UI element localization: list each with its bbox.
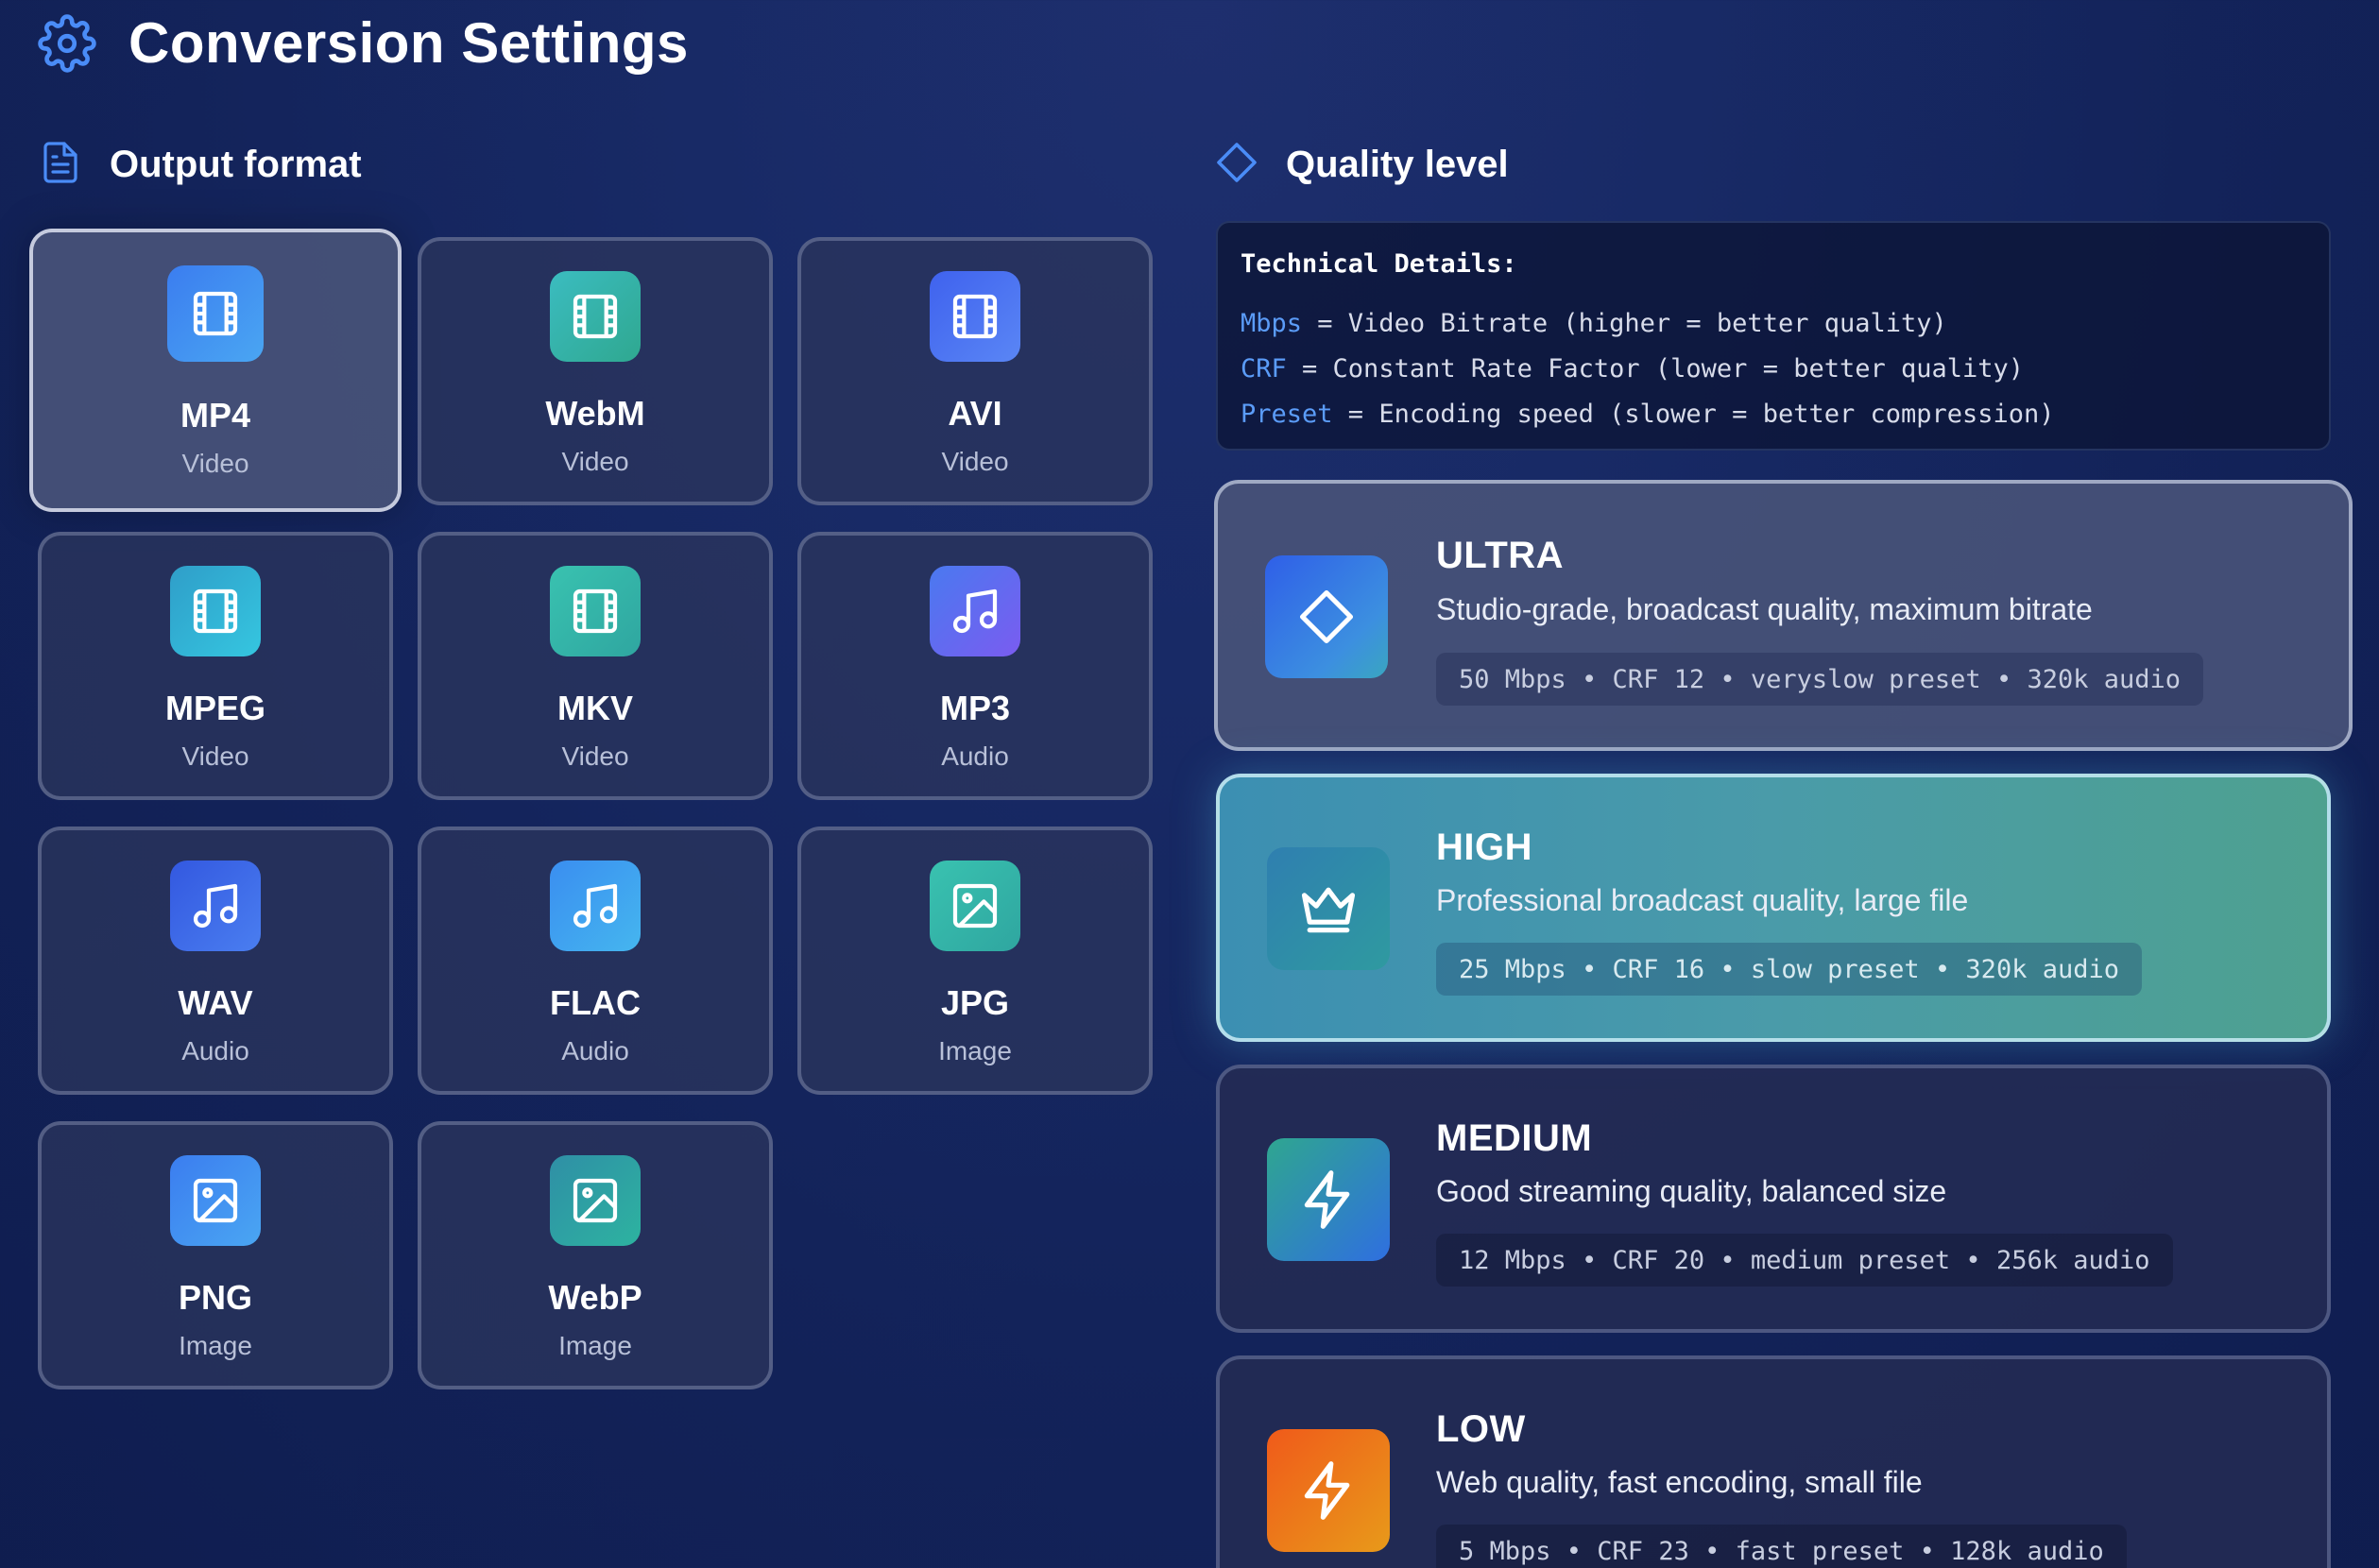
film-icon [170,566,261,656]
music-note-icon [930,566,1020,656]
music-note-icon [550,861,641,951]
format-grid: MP4 Video WebM Video AVI Video MPEG Vide… [29,229,1157,1393]
tech-line-crf: CRF = Constant Rate Factor (lower = bett… [1241,347,2306,392]
format-name: MKV [557,689,633,727]
format-type: Video [561,741,629,771]
image-icon [930,861,1020,951]
format-type: Image [938,1036,1012,1065]
quality-description: Studio-grade, broadcast quality, maximum… [1436,592,2093,626]
tech-line-mbps: Mbps = Video Bitrate (higher = better qu… [1241,301,2306,347]
format-name: JPG [940,983,1010,1022]
film-icon [167,265,264,362]
quality-option-high[interactable]: HIGH Professional broadcast quality, lar… [1216,774,2331,1042]
quality-description: Web quality, fast encoding, small file [1436,1465,1923,1499]
document-icon [38,140,83,190]
diamond-icon [1265,555,1388,678]
format-name: PNG [178,1278,252,1317]
quality-description: Good streaming quality, balanced size [1436,1174,1947,1208]
format-type: Video [181,741,249,771]
quality-level-heading: Quality level [1214,140,1509,190]
format-type: Image [179,1331,252,1360]
quality-option-medium[interactable]: MEDIUM Good streaming quality, balanced … [1216,1065,2331,1333]
tech-term: Preset [1241,400,1333,429]
format-name: WebM [545,394,645,433]
tech-line-preset: Preset = Encoding speed (slower = better… [1241,392,2306,437]
quality-specs: 5 Mbps • CRF 23 • fast preset • 128k aud… [1436,1525,2127,1568]
crown-icon [1267,847,1390,970]
format-name: AVI [948,394,1002,433]
format-type: Image [558,1331,632,1360]
technical-details-panel: Technical Details: Mbps = Video Bitrate … [1216,221,2331,451]
output-format-heading: Output format [38,140,362,190]
format-name: MP3 [939,689,1011,727]
format-type: Audio [561,1036,629,1065]
format-type: Video [561,447,629,476]
tech-text: = Encoding speed (slower = better compre… [1332,400,2055,429]
quality-specs: 12 Mbps • CRF 20 • medium preset • 256k … [1436,1234,2173,1287]
page-header: Conversion Settings [38,8,689,78]
lightning-icon [1267,1138,1390,1261]
quality-title: MEDIUM [1436,1117,1593,1159]
film-icon [550,566,641,656]
format-card-flac[interactable]: FLAC Audio [418,827,773,1095]
quality-option-low[interactable]: LOW Web quality, fast encoding, small fi… [1216,1355,2331,1568]
format-type: Video [941,447,1009,476]
music-note-icon [170,861,261,951]
quality-specs: 25 Mbps • CRF 16 • slow preset • 320k au… [1436,943,2142,996]
format-card-mp4[interactable]: MP4 Video [29,229,402,512]
quality-specs: 50 Mbps • CRF 12 • veryslow preset • 320… [1436,653,2204,706]
format-type: Audio [941,741,1009,771]
format-name: MP4 [180,396,251,435]
format-name: FLAC [550,983,641,1022]
image-icon [170,1155,261,1246]
tech-text: = Video Bitrate (higher = better quality… [1302,309,1947,338]
gear-icon[interactable] [38,13,96,73]
quality-title: LOW [1436,1408,1526,1450]
format-name: WebP [548,1278,642,1317]
format-card-avi[interactable]: AVI Video [797,237,1153,505]
format-name: WAV [178,983,253,1022]
format-card-png[interactable]: PNG Image [38,1121,393,1389]
format-card-webp[interactable]: WebP Image [418,1121,773,1389]
film-icon [930,271,1020,362]
technical-details-title: Technical Details: [1241,249,1517,279]
format-card-wav[interactable]: WAV Audio [38,827,393,1095]
quality-option-ultra[interactable]: ULTRA Studio-grade, broadcast quality, m… [1214,480,2353,751]
tech-term: CRF [1241,354,1287,383]
format-name: MPEG [164,689,265,727]
quality-title: ULTRA [1436,535,1565,576]
format-card-webm[interactable]: WebM Video [418,237,773,505]
output-format-title: Output format [110,144,362,185]
format-card-mpeg[interactable]: MPEG Video [38,532,393,800]
format-type: Video [181,449,249,478]
film-icon [550,271,641,362]
tech-text: = Constant Rate Factor (lower = better q… [1286,354,2025,383]
format-card-jpg[interactable]: JPG Image [797,827,1153,1095]
quality-description: Professional broadcast quality, large fi… [1436,883,1969,917]
lightning-icon [1267,1429,1390,1552]
tech-term: Mbps [1241,309,1303,338]
quality-level-title: Quality level [1286,144,1509,185]
page-title: Conversion Settings [128,11,689,75]
quality-title: HIGH [1436,827,1532,868]
image-icon [550,1155,641,1246]
diamond-icon [1214,140,1259,190]
format-card-mkv[interactable]: MKV Video [418,532,773,800]
format-card-mp3[interactable]: MP3 Audio [797,532,1153,800]
format-type: Audio [181,1036,249,1065]
